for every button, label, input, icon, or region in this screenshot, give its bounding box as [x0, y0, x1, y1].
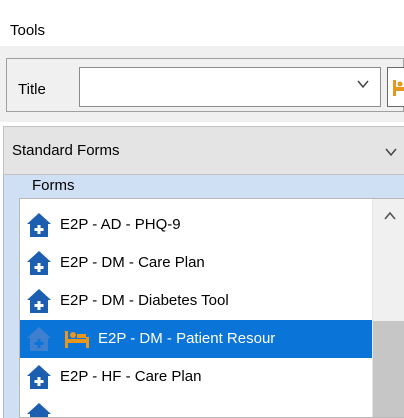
list-item[interactable]: E2P - DM - Diabetes Tool	[20, 282, 372, 320]
tools-header: Tools	[0, 4, 404, 47]
forms-panel: Forms E2P - AD - PHQ-9 E2P - DM - Care P…	[3, 175, 404, 418]
bed-icon	[393, 80, 404, 96]
list-item[interactable]: E2P - AD - PHQ-9	[20, 206, 372, 244]
chevron-down-icon	[357, 80, 369, 89]
forms-group-label: Forms	[32, 177, 75, 194]
title-select[interactable]	[79, 67, 381, 107]
list-item-label: E2P - DM - Diabetes Tool	[60, 292, 229, 309]
list-item-label: E2P - HF - Care Plan	[60, 368, 202, 385]
home-plus-icon	[27, 327, 51, 351]
list-item-label: E2P - DM - Patient Resour	[98, 330, 276, 347]
home-plus-icon	[27, 289, 51, 313]
list-item-label: E2P - AD - PHQ-9	[60, 216, 181, 233]
bed-icon	[65, 331, 89, 348]
tools-header-label: Tools	[10, 22, 46, 39]
list-item[interactable]: E2P - HF - Care Plan	[20, 358, 372, 396]
home-plus-icon	[27, 365, 51, 389]
list-item-selected[interactable]: E2P - DM - Patient Resour	[20, 320, 372, 358]
scrollbar-thumb[interactable]	[373, 321, 404, 417]
list-item-label: E2P - DM - Care Plan	[60, 254, 205, 271]
list-item[interactable]: E2P - DM - Care Plan	[20, 244, 372, 282]
home-plus-icon	[27, 403, 51, 417]
chevron-down-icon	[385, 148, 397, 157]
forms-list: E2P - AD - PHQ-9 E2P - DM - Care Plan E2…	[19, 198, 404, 418]
home-plus-icon	[27, 213, 51, 237]
home-plus-icon	[27, 251, 51, 275]
list-item-partial[interactable]	[20, 396, 372, 417]
standard-forms-label: Standard Forms	[12, 142, 120, 159]
forms-list-scrollbar[interactable]	[372, 199, 404, 417]
bed-icon-button[interactable]	[387, 67, 404, 107]
title-filter-row: Title	[0, 46, 404, 122]
standard-forms-dropdown[interactable]: Standard Forms	[3, 126, 404, 175]
scroll-up-arrow-icon[interactable]	[383, 211, 397, 221]
title-label: Title	[18, 81, 46, 98]
